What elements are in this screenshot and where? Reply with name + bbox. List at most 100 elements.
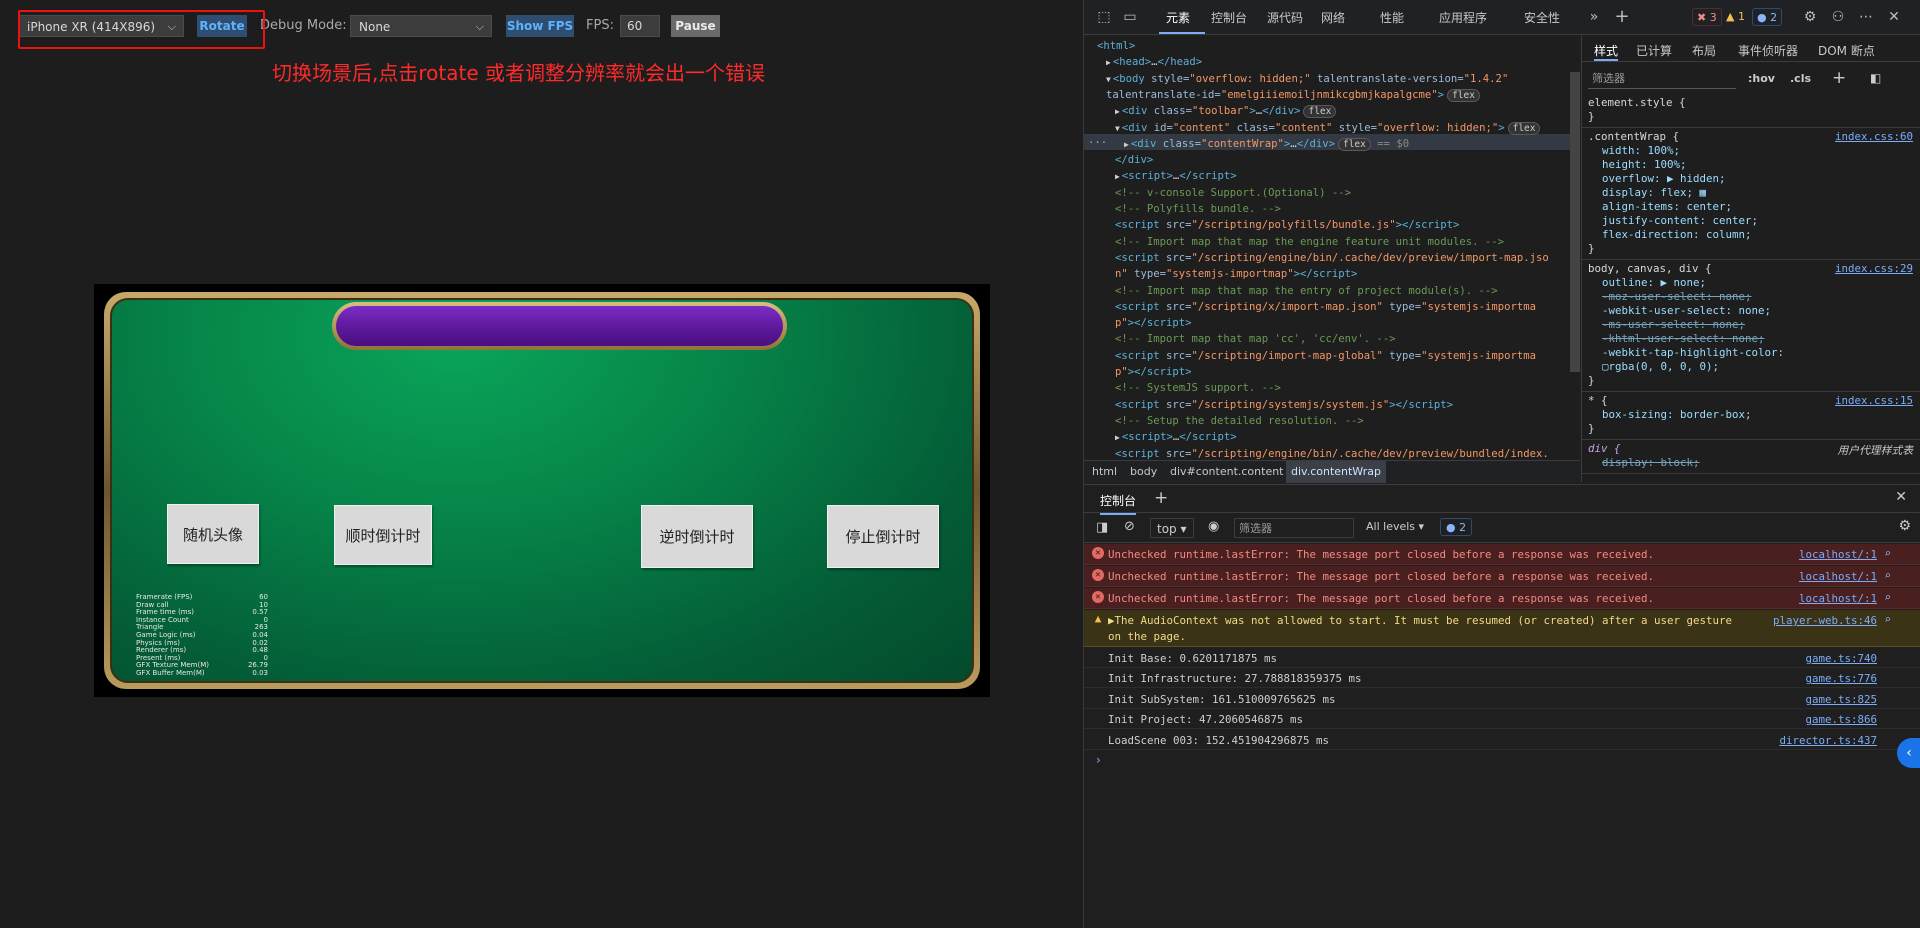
close-icon[interactable]: ✕ <box>1886 9 1902 25</box>
expand-arrow-icon[interactable]: ▼ <box>1106 75 1111 84</box>
tab-console[interactable]: 控制台 <box>1211 9 1247 26</box>
css-declaration[interactable]: -webkit-tap-highlight-color: <box>1588 346 1918 360</box>
dom-node[interactable]: ▼ <div id="content" class="content" style… <box>1115 120 1541 136</box>
message-count-badge[interactable]: ● 2 <box>1752 8 1783 26</box>
more-menu-icon[interactable]: ⋯ <box>1858 9 1874 25</box>
search-icon[interactable]: ⌕ <box>1884 612 1891 628</box>
css-declaration[interactable]: align-items: center; <box>1588 200 1918 214</box>
dom-node[interactable]: <script src="/scripting/engine/bin/.cach… <box>1115 446 1549 461</box>
dom-node[interactable]: ▶ <script>…</script> <box>1115 429 1237 445</box>
console-source-link[interactable]: localhost/:1 <box>1799 569 1877 585</box>
css-declaration[interactable]: flex-direction: column; <box>1588 228 1918 242</box>
dom-node[interactable]: <!-- Polyfills bundle. --> <box>1115 201 1281 217</box>
dom-tree[interactable]: <html> ▶ <head>…</head> ▼ <body style="overf… <box>1084 36 1580 460</box>
console-source-link[interactable]: localhost/:1 <box>1799 547 1877 563</box>
console-source-link[interactable]: game.ts:740 <box>1805 651 1877 667</box>
dom-node[interactable]: <script src="/scripting/engine/bin/.cach… <box>1115 250 1549 266</box>
expand-arrow-icon[interactable]: ▶ <box>1115 433 1120 442</box>
clear-console-icon[interactable]: ⊘ <box>1124 519 1135 534</box>
css-declaration[interactable]: ▢rgba(0, 0, 0, 0); <box>1588 360 1918 374</box>
tab-dom-breakpoints[interactable]: DOM 断点 <box>1818 42 1875 59</box>
css-declaration[interactable]: -moz-user-select: none; <box>1588 290 1918 304</box>
dom-node[interactable]: ▼ <body style="overflow: hidden;" talentr… <box>1106 71 1508 87</box>
tab-performance[interactable]: 性能 <box>1380 9 1404 26</box>
dom-node[interactable]: <html> <box>1097 38 1135 54</box>
css-declaration[interactable]: -khtml-user-select: none; <box>1588 332 1918 346</box>
tab-security[interactable]: 安全性 <box>1524 9 1560 26</box>
breadcrumb-html[interactable]: html <box>1092 461 1117 483</box>
countdown-forward-button[interactable]: 顺时倒计时 <box>334 505 432 565</box>
dom-node[interactable]: ▶ <head>…</head> <box>1106 54 1202 70</box>
countdown-reverse-button[interactable]: 逆时倒计时 <box>641 505 753 568</box>
dom-node[interactable]: <script src="/scripting/x/import-map.jso… <box>1115 299 1536 315</box>
css-declaration[interactable]: -webkit-user-select: none; <box>1588 304 1918 318</box>
expand-arrow-icon[interactable]: ▶ <box>1115 107 1120 116</box>
stop-countdown-button[interactable]: 停止倒计时 <box>827 505 939 568</box>
dom-node[interactable]: ▶ <script>…</script> <box>1115 168 1237 184</box>
console-filter-input[interactable]: 筛选器 <box>1234 518 1354 538</box>
dom-node[interactable]: <!-- Setup the detailed resolution. --> <box>1115 413 1364 429</box>
console-source-link[interactable]: game.ts:866 <box>1805 712 1877 728</box>
console-source-link[interactable]: game.ts:776 <box>1805 671 1877 687</box>
issues-badge[interactable]: ● 2 <box>1440 518 1473 536</box>
css-declaration[interactable]: height: 100%; <box>1588 158 1918 172</box>
inspect-icon[interactable]: ⬚ <box>1096 9 1112 25</box>
add-tab-icon[interactable]: + <box>1154 488 1168 508</box>
eye-icon[interactable]: ◉ <box>1208 519 1219 534</box>
more-tabs-icon[interactable]: » <box>1586 9 1602 25</box>
dom-node[interactable]: ▶ <div class="contentWrap">…</div> flex ==… <box>1124 136 1409 152</box>
expand-arrow-icon[interactable]: ▶ <box>1115 172 1120 181</box>
dom-node[interactable]: p"></script> <box>1115 315 1192 331</box>
css-rule[interactable]: element.style {} <box>1588 96 1918 124</box>
debug-mode-select[interactable]: None ⌵ <box>350 15 492 37</box>
styles-filter-input[interactable]: 筛选器 <box>1588 69 1736 89</box>
levels-select[interactable]: All levels ▾ <box>1366 520 1424 533</box>
console-source-link[interactable]: localhost/:1 <box>1799 591 1877 607</box>
console-source-link[interactable]: game.ts:825 <box>1805 692 1877 708</box>
css-declaration[interactable]: justify-content: center; <box>1588 214 1918 228</box>
expand-arrow-icon[interactable]: ▶ <box>1124 140 1129 149</box>
dom-node[interactable]: <!-- SystemJS support. --> <box>1115 380 1281 396</box>
dom-node[interactable]: ▶ <div class="toolbar">…</div> flex <box>1115 103 1337 119</box>
css-rule[interactable]: body, canvas, div {outline: ▶ none; -moz-… <box>1588 262 1918 388</box>
breadcrumb-body[interactable]: body <box>1130 461 1157 483</box>
tab-network[interactable]: 网络 <box>1321 9 1345 26</box>
gear-icon[interactable]: ⚙ <box>1802 9 1818 25</box>
console-prompt-icon[interactable]: › <box>1096 753 1101 767</box>
error-count-badge[interactable]: ✖ 3 <box>1692 8 1722 26</box>
sidebar-toggle-icon[interactable]: ◨ <box>1096 520 1108 535</box>
chevron-left-icon[interactable]: ‹ <box>1897 738 1920 768</box>
gear-icon[interactable]: ⚙ <box>1898 518 1911 534</box>
css-declaration[interactable]: outline: ▶ none; <box>1588 276 1918 290</box>
expand-arrow-icon[interactable]: ▶ <box>1106 58 1111 67</box>
tab-styles[interactable]: 样式 <box>1594 42 1619 61</box>
fps-input[interactable]: 60 <box>620 15 660 37</box>
cls-toggle[interactable]: .cls <box>1790 72 1811 85</box>
tab-console-drawer[interactable]: 控制台 <box>1100 492 1137 515</box>
tab-application[interactable]: 应用程序 <box>1439 9 1487 26</box>
tab-computed[interactable]: 已计算 <box>1636 42 1672 59</box>
css-declaration[interactable]: box-sizing: border-box; <box>1588 408 1918 422</box>
new-rule-icon[interactable]: + <box>1832 68 1846 88</box>
sidebar-toggle-icon[interactable]: ◧ <box>1870 71 1881 85</box>
dom-scrollbar[interactable] <box>1570 72 1580 372</box>
tab-event-listeners[interactable]: 事件侦听器 <box>1738 42 1798 59</box>
tab-sources[interactable]: 源代码 <box>1267 9 1303 26</box>
search-icon[interactable]: ⌕ <box>1884 590 1891 606</box>
console-source-link[interactable]: director.ts:437 <box>1779 733 1877 749</box>
hov-toggle[interactable]: :hov <box>1748 72 1775 85</box>
dom-node[interactable]: <!-- Import map that map 'cc', 'cc/env'.… <box>1115 331 1396 347</box>
breadcrumb-contentwrap[interactable]: div.contentWrap <box>1286 461 1386 483</box>
css-source-link[interactable]: index.css:60 <box>1835 130 1913 143</box>
warning-count-badge[interactable]: ▲ 1 <box>1722 8 1749 26</box>
search-icon[interactable]: ⌕ <box>1884 568 1891 584</box>
dom-node[interactable]: <!-- v-console Support.(Optional) --> <box>1115 185 1351 201</box>
css-declaration[interactable]: display: flex; ▦ <box>1588 186 1918 200</box>
add-tab-icon[interactable]: + <box>1614 8 1630 26</box>
tab-layout[interactable]: 布局 <box>1692 42 1716 59</box>
context-select[interactable]: top ▾ <box>1150 518 1194 538</box>
console-source-link[interactable]: player-web.ts:46 <box>1773 613 1877 629</box>
dom-node[interactable]: <script src="/scripting/systemjs/system.… <box>1115 397 1453 413</box>
dom-node[interactable]: <!-- Import map that map the engine feat… <box>1115 234 1504 250</box>
account-icon[interactable]: ⚇ <box>1830 9 1846 25</box>
